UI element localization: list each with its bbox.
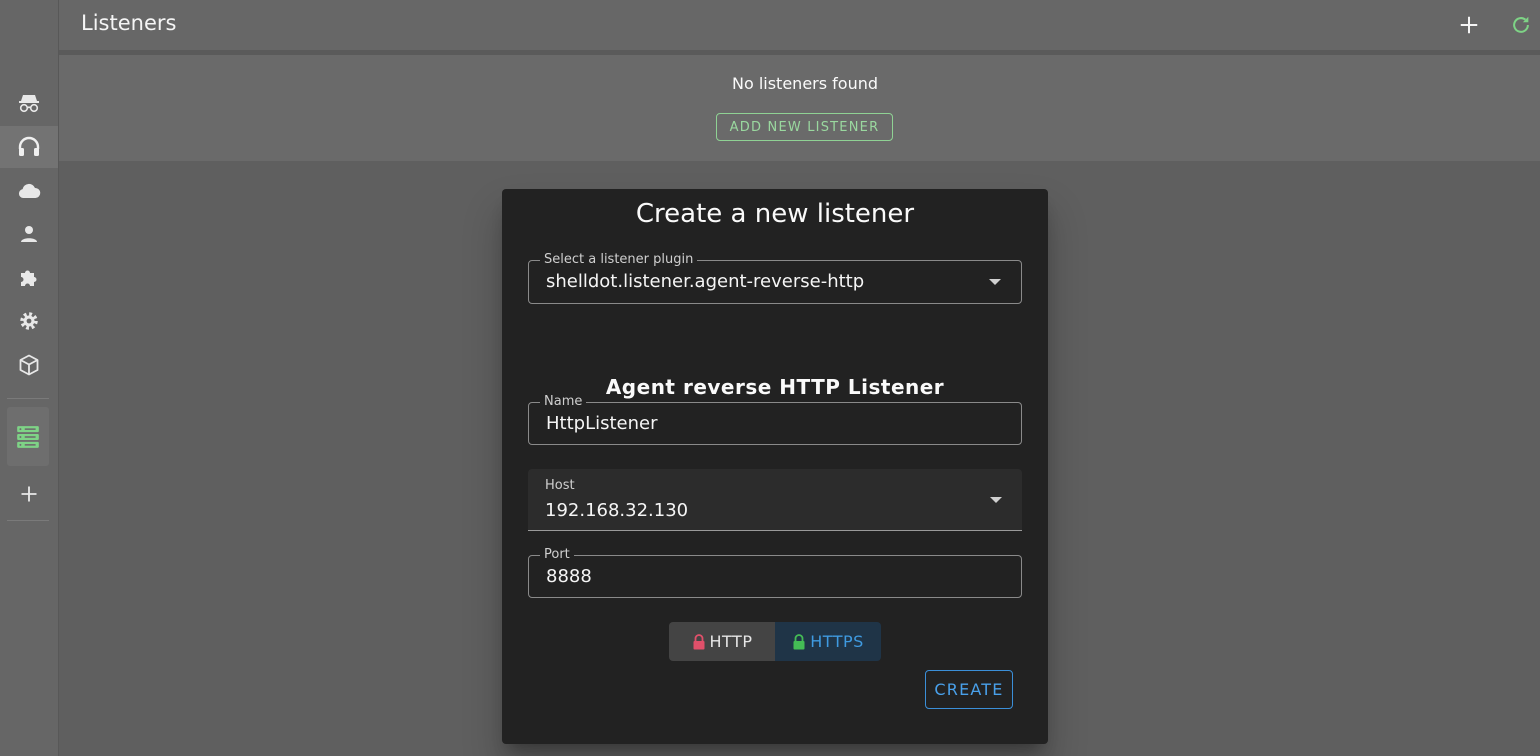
lock-icon <box>793 633 805 649</box>
cloud-icon <box>18 183 41 198</box>
name-field[interactable]: Name HttpListener <box>528 394 1022 445</box>
sidebar-item-users[interactable] <box>0 213 58 255</box>
dialog-title: Create a new listener <box>635 199 915 229</box>
top-bar: Listeners <box>59 0 1540 55</box>
user-icon <box>21 226 37 242</box>
port-field-value: 8888 <box>546 566 592 587</box>
plugin-select[interactable]: Select a listener plugin shelldot.listen… <box>528 252 1022 304</box>
host-select-label: Host <box>545 478 575 493</box>
https-toggle-label: HTTPS <box>810 632 864 651</box>
port-field-label: Port <box>540 547 574 562</box>
page-title: Listeners <box>81 11 177 35</box>
name-field-label: Name <box>540 394 587 409</box>
puzzle-icon <box>21 270 37 286</box>
sidebar-item-packages[interactable] <box>0 344 58 386</box>
plugin-select-label: Select a listener plugin <box>540 252 698 267</box>
refresh-icon <box>1513 16 1529 33</box>
http-toggle-label: HTTP <box>709 632 753 651</box>
incognito-icon <box>19 95 39 113</box>
sidebar <box>0 0 59 756</box>
sidebar-divider <box>7 398 49 399</box>
protocol-toggle: HTTP HTTPS <box>669 622 881 661</box>
sidebar-item-cloud[interactable] <box>0 170 58 212</box>
empty-message: No listeners found <box>731 74 879 93</box>
chevron-down-icon <box>990 497 1002 503</box>
sidebar-item-listeners[interactable] <box>0 126 58 168</box>
https-toggle-button[interactable]: HTTPS <box>775 622 881 661</box>
add-new-listener-button[interactable]: ADD NEW LISTENER <box>716 113 893 141</box>
port-field[interactable]: Port 8888 <box>528 547 1022 598</box>
add-listener-button[interactable] <box>1456 12 1482 38</box>
plugin-select-value: shelldot.listener.agent-reverse-http <box>546 271 865 292</box>
refresh-button[interactable] <box>1508 12 1534 38</box>
sidebar-item-plugins[interactable] <box>0 257 58 299</box>
gear-icon <box>20 312 38 330</box>
chevron-down-icon <box>989 279 1001 285</box>
lock-icon <box>693 633 705 649</box>
plus-icon <box>21 486 37 502</box>
headphones-icon <box>18 136 40 156</box>
sidebar-item-servers[interactable] <box>7 407 49 466</box>
http-toggle-button[interactable]: HTTP <box>669 622 775 661</box>
server-icon <box>17 425 39 448</box>
host-select-value: 192.168.32.130 <box>545 500 689 521</box>
listeners-empty-state: No listeners found ADD NEW LISTENER <box>59 55 1540 161</box>
create-button[interactable]: CREATE <box>925 670 1013 709</box>
sidebar-add-button[interactable] <box>0 473 58 515</box>
plus-icon <box>1460 16 1478 34</box>
sidebar-divider-bottom <box>7 520 49 521</box>
create-listener-dialog: Create a new listener Select a listener … <box>502 189 1048 744</box>
package-icon <box>19 354 39 376</box>
sidebar-item-settings[interactable] <box>0 300 58 342</box>
name-field-value: HttpListener <box>546 413 658 434</box>
host-select[interactable]: Host 192.168.32.130 <box>528 469 1022 531</box>
sidebar-item-agents[interactable] <box>0 82 58 124</box>
